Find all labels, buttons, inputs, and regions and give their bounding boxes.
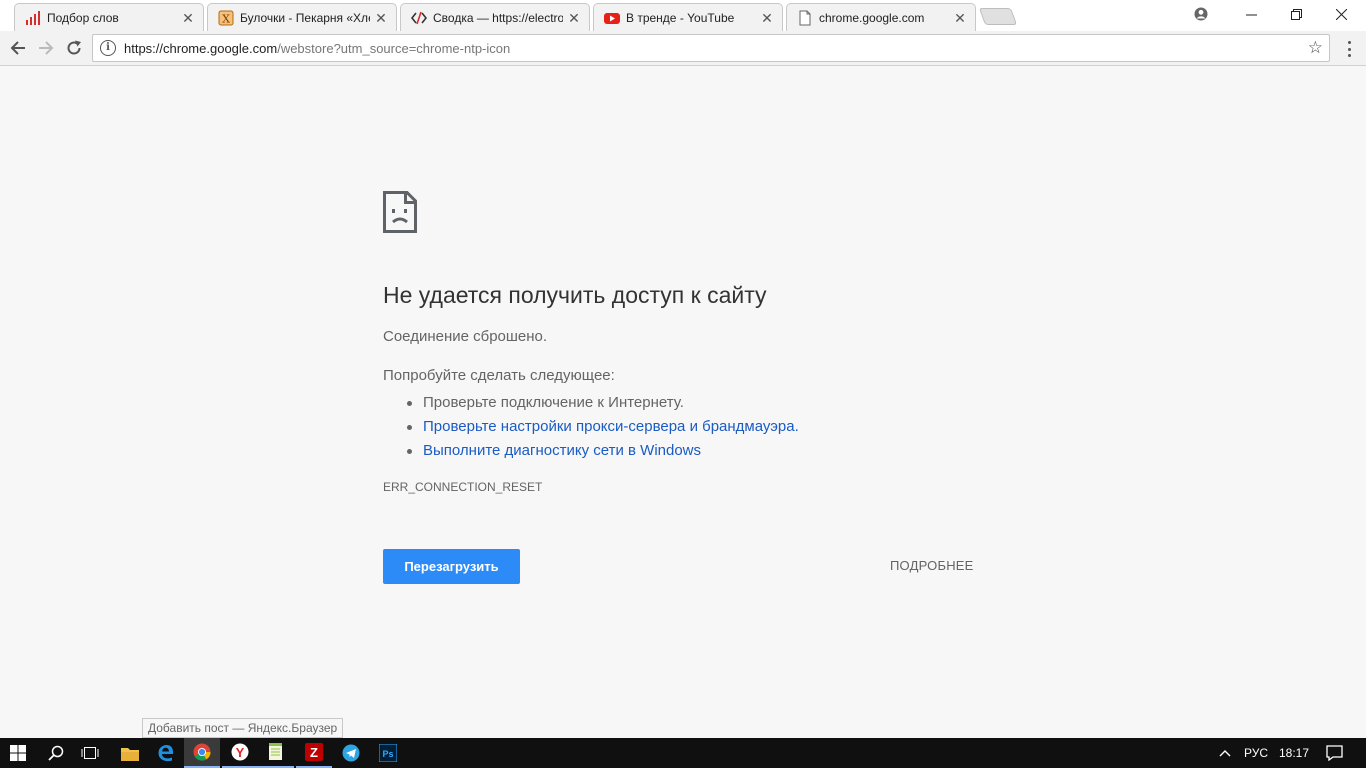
taskbar-photoshop[interactable]: Ps [370, 738, 406, 768]
suggestion-check-proxy-link[interactable]: Проверьте настройки прокси-сервера и бра… [407, 415, 799, 439]
close-icon[interactable]: ✕ [760, 11, 774, 25]
bookmark-star-icon[interactable]: ☆ [1308, 38, 1323, 58]
task-view-button[interactable] [72, 738, 108, 768]
chrome-icon [193, 743, 211, 761]
suggestions-heading: Попробуйте сделать следующее: [383, 367, 615, 384]
action-center-button[interactable] [1320, 738, 1348, 768]
taskbar-chrome[interactable] [184, 738, 220, 768]
new-tab-button[interactable] [978, 8, 1018, 25]
task-view-icon [81, 747, 99, 759]
language-text: РУС [1243, 746, 1269, 760]
tab-title: chrome.google.com [819, 10, 925, 25]
forward-button[interactable] [33, 35, 59, 61]
notepad-icon [269, 743, 282, 760]
arrow-right-icon [39, 41, 54, 55]
reload-page-button[interactable]: Перезагрузить [383, 549, 520, 584]
notification-icon [1325, 745, 1343, 761]
suggestion-check-connection: Проверьте подключение к Интернету. [407, 391, 799, 415]
filezilla-icon: Z [305, 743, 323, 761]
tab-title: Сводка — https://electro [433, 10, 563, 25]
restore-button[interactable] [1273, 0, 1319, 28]
tab-title: В тренде - YouTube [626, 10, 735, 25]
reload-button[interactable] [61, 35, 87, 61]
reload-icon [67, 40, 81, 55]
tab-chrome-google[interactable]: chrome.google.com ✕ [786, 3, 976, 31]
close-window-button[interactable] [1318, 0, 1364, 28]
windows-taskbar: Y Z Ps РУС 18:17 [0, 738, 1366, 768]
tab-title: Подбор слов [47, 10, 119, 25]
taskbar-telegram[interactable] [333, 738, 369, 768]
taskbar-filezilla[interactable]: Z [296, 738, 332, 768]
restore-icon [1290, 8, 1302, 20]
close-icon[interactable]: ✕ [374, 11, 388, 25]
sad-page-icon [383, 191, 417, 238]
bar-chart-icon [25, 10, 41, 26]
start-button[interactable] [0, 738, 36, 768]
page-icon [797, 10, 813, 26]
edge-icon [158, 745, 174, 762]
tab-podbor-slov[interactable]: Подбор слов ✕ [14, 3, 204, 31]
taskbar-notepad[interactable] [258, 738, 294, 768]
back-button[interactable] [5, 35, 31, 61]
close-icon[interactable]: ✕ [953, 11, 967, 25]
close-icon[interactable]: ✕ [567, 11, 581, 25]
youtube-icon [604, 10, 620, 26]
clock[interactable]: 18:17 [1272, 738, 1316, 768]
address-bar[interactable]: i https://chrome.google.com/webstore?utm… [92, 34, 1330, 62]
svg-text:Z: Z [310, 745, 318, 760]
search-icon [48, 745, 64, 761]
tab-title: Булочки - Пекарня «Хле [240, 10, 370, 25]
status-bubble: Добавить пост — Яндекс.Браузер [142, 718, 344, 738]
x-badge-icon: X [218, 10, 234, 26]
tab-youtube[interactable]: В тренде - YouTube ✕ [593, 3, 783, 31]
tab-strip: Подбор слов ✕ X Булочки - Пекарня «Хле ✕… [0, 0, 1366, 31]
menu-dot [1347, 47, 1351, 51]
telegram-icon [342, 744, 360, 762]
language-indicator[interactable]: РУС [1240, 738, 1272, 768]
minimize-icon [1245, 14, 1257, 15]
svg-text:X: X [222, 12, 230, 25]
taskbar-edge[interactable] [148, 738, 184, 768]
svg-text:Y: Y [236, 745, 245, 760]
clock-time: 18:17 [1278, 746, 1310, 760]
chrome-menu-button[interactable] [1339, 39, 1359, 59]
menu-dot [1347, 54, 1351, 57]
tray-overflow-button[interactable] [1213, 738, 1237, 768]
yandex-browser-icon: Y [231, 743, 249, 761]
tab-svodka[interactable]: Сводка — https://electro ✕ [400, 3, 590, 31]
suggestion-network-diagnostics-link[interactable]: Выполните диагностику сети в Windows [407, 439, 799, 463]
url-host: https://chrome.google.com [124, 40, 278, 56]
search-button[interactable] [38, 738, 74, 768]
browser-toolbar: i https://chrome.google.com/webstore?utm… [0, 31, 1366, 66]
svg-text:Ps: Ps [382, 749, 393, 759]
menu-dot [1347, 41, 1351, 44]
code-icon [411, 10, 427, 26]
chevron-up-icon [1219, 750, 1231, 757]
close-icon [1335, 8, 1347, 20]
profile-button[interactable] [1178, 0, 1224, 28]
suggestions-list: Проверьте подключение к Интернету. Прове… [407, 391, 799, 463]
url-path: /webstore?utm_source=chrome-ntp-icon [277, 40, 511, 56]
user-icon [1194, 7, 1208, 21]
close-icon[interactable]: ✕ [181, 11, 195, 25]
folder-icon [121, 747, 139, 761]
error-summary: Соединение сброшено. [383, 328, 548, 345]
windows-logo-icon [10, 745, 26, 761]
error-code: ERR_CONNECTION_RESET [383, 480, 543, 494]
taskbar-file-explorer[interactable] [112, 738, 148, 768]
photoshop-icon: Ps [379, 744, 397, 762]
arrow-left-icon [10, 41, 25, 55]
details-button[interactable]: ПОДРОБНЕЕ [890, 558, 974, 573]
tab-bulochki[interactable]: X Булочки - Пекарня «Хле ✕ [207, 3, 397, 31]
url-text[interactable]: https://chrome.google.com/webstore?utm_s… [124, 41, 510, 56]
info-icon[interactable]: i [100, 40, 116, 56]
minimize-button[interactable] [1228, 0, 1274, 28]
error-title: Не удается получить доступ к сайту [383, 282, 767, 308]
taskbar-yandex-browser[interactable]: Y [222, 738, 258, 768]
